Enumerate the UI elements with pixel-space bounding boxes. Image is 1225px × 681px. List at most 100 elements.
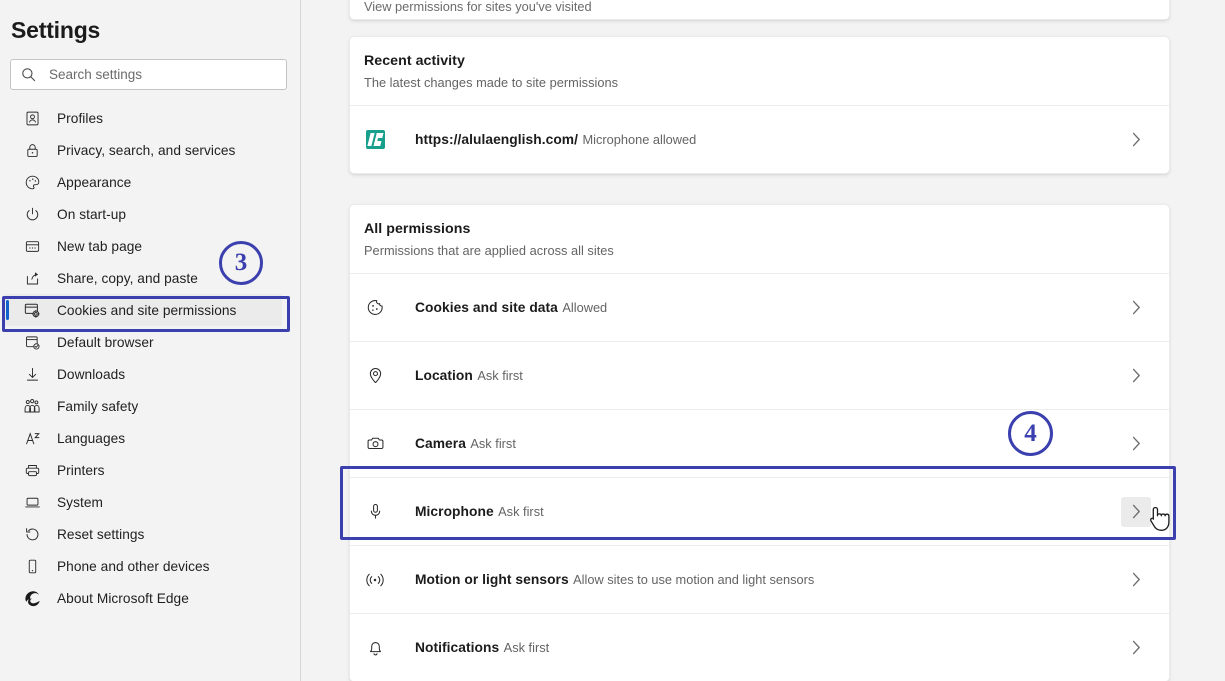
permission-status: Ask first [498, 503, 544, 519]
site-permissions-card-partial: View permissions for sites you've visite… [349, 0, 1170, 20]
partial-card-subtitle: View permissions for sites you've visite… [364, 0, 592, 14]
chevron-right-icon[interactable] [1121, 293, 1151, 323]
settings-sidebar: Settings Profiles [0, 0, 301, 681]
sidebar-item-cookies-and-site-permissions[interactable]: Cookies and site permissions [4, 294, 282, 326]
recent-activity-row-text: https://alulaenglish.com/ Microphone all… [415, 131, 1121, 149]
permission-name: Camera [415, 435, 466, 451]
search-icon [20, 66, 37, 83]
sidebar-item-system[interactable]: System [0, 486, 300, 518]
sidebar-item-label: Default browser [57, 334, 154, 350]
all-permissions-title: All permissions [364, 221, 471, 237]
microphone-icon [364, 501, 386, 523]
default-browser-icon [22, 332, 42, 352]
recent-activity-title: Recent activity [364, 53, 465, 69]
bell-icon [364, 637, 386, 659]
permission-status: Allow sites to use motion and light sens… [573, 571, 815, 587]
palette-icon [22, 172, 42, 192]
sidebar-item-downloads[interactable]: Downloads [0, 358, 300, 390]
edge-logo-icon [22, 588, 42, 608]
cookies-permissions-icon [22, 300, 42, 320]
permission-row-notifications[interactable]: Notifications Ask first [350, 613, 1169, 681]
site-permission-status: Microphone allowed [582, 131, 697, 147]
profile-card-icon [22, 108, 42, 128]
sidebar-item-label: About Microsoft Edge [57, 590, 189, 606]
chevron-right-icon[interactable] [1121, 361, 1151, 391]
permission-status: Ask first [470, 435, 516, 451]
permission-row-microphone[interactable]: Microphone Ask first [350, 477, 1169, 545]
sidebar-item-phone-and-other-devices[interactable]: Phone and other devices [0, 550, 300, 582]
permission-status: Ask first [503, 639, 550, 655]
cookie-icon [364, 297, 386, 319]
permission-row-cookies-and-site-data[interactable]: Cookies and site data Allowed [350, 273, 1169, 341]
permission-row-location[interactable]: Location Ask first [350, 341, 1169, 409]
sidebar-item-reset-settings[interactable]: Reset settings [0, 518, 300, 550]
chevron-right-icon[interactable] [1121, 565, 1151, 595]
search-input[interactable] [49, 60, 277, 89]
sidebar-item-on-start-up[interactable]: On start-up [0, 198, 300, 230]
site-favicon [364, 129, 386, 151]
motion-sensor-icon [364, 569, 386, 591]
sidebar-item-languages[interactable]: Languages [0, 422, 300, 454]
page-title: Settings [11, 17, 101, 43]
site-url: https://alulaenglish.com/ [415, 131, 578, 147]
sidebar-item-label: Family safety [57, 398, 139, 414]
sidebar-item-label: Languages [57, 430, 126, 446]
sidebar-item-label: On start-up [57, 206, 127, 222]
all-permissions-header: All permissions Permissions that are app… [350, 205, 1169, 273]
sidebar-item-label: Privacy, search, and services [57, 142, 236, 158]
permission-row-text: Microphone Ask first [415, 503, 1121, 521]
chevron-right-icon[interactable] [1121, 633, 1151, 663]
permission-row-text: Location Ask first [415, 367, 1121, 385]
permission-row-text: Cookies and site data Allowed [415, 299, 1121, 317]
sidebar-item-label: System [57, 494, 103, 510]
sidebar-item-label: Printers [57, 462, 105, 478]
settings-content: View permissions for sites you've visite… [301, 0, 1225, 681]
sidebar-item-privacy-search-and-services[interactable]: Privacy, search, and services [0, 134, 300, 166]
sidebar-item-printers[interactable]: Printers [0, 454, 300, 486]
sidebar-item-family-safety[interactable]: Family safety [0, 390, 300, 422]
annotation-marker-4: 4 [1008, 411, 1053, 456]
languages-icon [22, 428, 42, 448]
annotation-marker-3: 3 [219, 241, 263, 285]
new-tab-page-icon [22, 236, 42, 256]
reset-arrow-icon [22, 524, 42, 544]
camera-icon [364, 433, 386, 455]
sidebar-item-profiles[interactable]: Profiles [0, 102, 300, 134]
permission-row-microphone-chevron[interactable] [1121, 496, 1151, 527]
sidebar-item-label: New tab page [57, 238, 143, 254]
sidebar-item-about-microsoft-edge[interactable]: About Microsoft Edge [0, 582, 300, 614]
sidebar-item-label: Share, copy, and paste [57, 270, 198, 286]
printer-icon [22, 460, 42, 480]
permission-row-text: Motion or light sensors Allow sites to u… [415, 571, 1121, 589]
location-pin-icon [364, 365, 386, 387]
settings-window: Settings Profiles [0, 0, 1225, 681]
sidebar-item-appearance[interactable]: Appearance [0, 166, 300, 198]
laptop-icon [22, 492, 42, 512]
permission-row-motion-or-light-sensors[interactable]: Motion or light sensors Allow sites to u… [350, 545, 1169, 613]
recent-activity-header: Recent activity The latest changes made … [350, 37, 1169, 105]
all-permissions-subtitle: Permissions that are applied across all … [364, 243, 614, 258]
sidebar-item-default-browser[interactable]: Default browser [0, 326, 300, 358]
phone-icon [22, 556, 42, 576]
search-settings-box[interactable] [10, 59, 287, 90]
download-arrow-icon [22, 364, 42, 384]
permission-row-text: Notifications Ask first [415, 639, 1121, 657]
share-icon [22, 268, 42, 288]
permission-status: Allowed [562, 299, 608, 315]
permission-name: Notifications [415, 639, 500, 655]
recent-activity-subtitle: The latest changes made to site permissi… [364, 75, 619, 90]
permission-status: Ask first [477, 367, 523, 383]
family-icon [22, 396, 42, 416]
recent-activity-row-alulaenglish[interactable]: https://alulaenglish.com/ Microphone all… [350, 105, 1169, 173]
lock-icon [22, 140, 42, 160]
settings-nav-list: Profiles Privacy, search, and services A… [0, 102, 300, 614]
power-icon [22, 204, 42, 224]
sidebar-item-label: Phone and other devices [57, 558, 210, 574]
recent-activity-card: Recent activity The latest changes made … [349, 36, 1170, 174]
permission-name: Motion or light sensors [415, 571, 569, 587]
sidebar-item-label: Reset settings [57, 526, 145, 542]
chevron-right-icon[interactable] [1121, 429, 1151, 459]
permission-name: Location [415, 367, 473, 383]
sidebar-item-label: Downloads [57, 366, 126, 382]
chevron-right-icon[interactable] [1121, 125, 1151, 155]
